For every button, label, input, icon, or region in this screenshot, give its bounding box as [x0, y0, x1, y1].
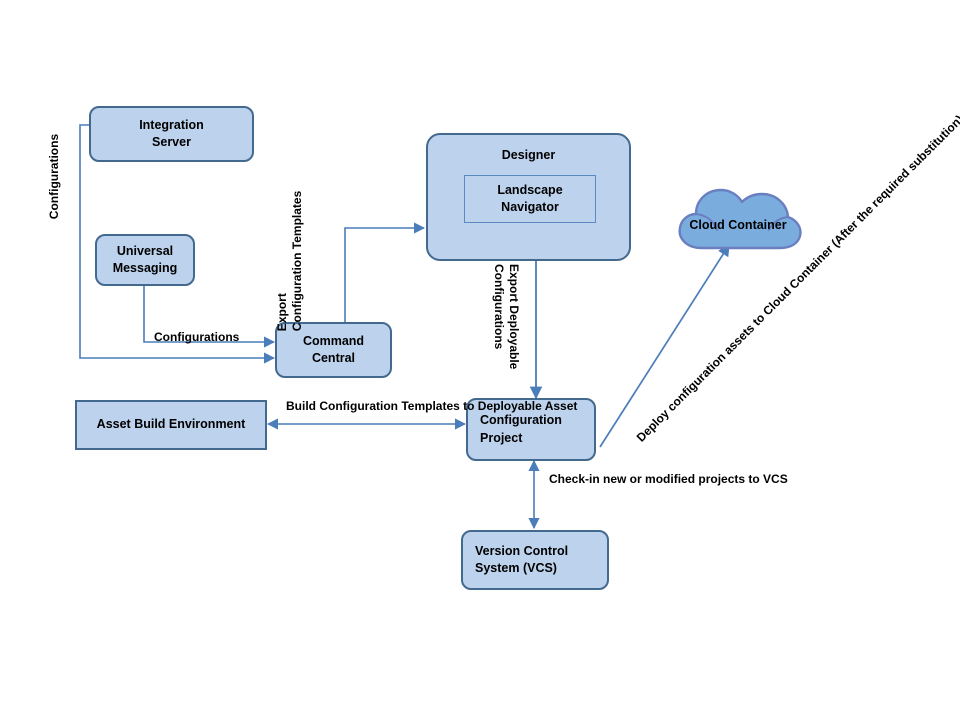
edge-label-configurations-vertical: Configurations: [46, 133, 61, 220]
edge-label-check-in-projects: Check-in new or modified projects to VCS: [549, 472, 788, 486]
node-command-central-line-2: Central: [311, 351, 356, 365]
node-version-control-system-line-1: Version Control: [475, 543, 569, 558]
node-designer-title: Designer: [501, 148, 556, 162]
node-landscape-navigator-line-2: Navigator: [501, 200, 559, 214]
node-cloud-container-label: Cloud Container: [689, 218, 787, 232]
diagram-canvas: Integration Server Universal Messaging C…: [0, 0, 960, 720]
edge-label-export: Export: [274, 293, 289, 332]
node-universal-messaging-line-2: Messaging: [112, 261, 178, 275]
edge-label-configuration-templates: Configuration Templates: [289, 190, 304, 332]
edge-label-build-configuration-templates: Build Configuration Templates to Deploya…: [286, 399, 578, 413]
node-asset-build-environment[interactable]: Asset Build Environment: [75, 400, 267, 450]
node-integration-server[interactable]: Integration Server: [89, 106, 254, 162]
node-configuration-project-line-2: Project: [480, 430, 523, 445]
node-configuration-project-line-1: Configuration: [480, 413, 562, 428]
edge-label-configurations-horizontal: Configurations: [154, 330, 240, 344]
node-version-control-system-line-2: System (VCS): [475, 561, 557, 575]
node-integration-server-line-1: Integration: [139, 117, 204, 132]
node-version-control-system[interactable]: Version Control System (VCS): [461, 530, 609, 590]
edge-label-export-deployable: Export Deployable: [507, 264, 521, 370]
node-landscape-navigator-line-1: Landscape: [497, 183, 563, 198]
node-cloud-container[interactable]: Cloud Container: [672, 178, 804, 260]
edge-label-deployable-configurations: Configurations: [492, 264, 506, 350]
node-universal-messaging-line-1: Universal: [116, 243, 174, 258]
node-universal-messaging[interactable]: Universal Messaging: [95, 234, 195, 286]
node-asset-build-environment-line-1: Asset Build Environment: [96, 417, 246, 432]
edge-label-deploy-to-cloud: Deploy configuration assets to Cloud Con…: [633, 112, 960, 445]
node-designer[interactable]: Designer Landscape Navigator: [426, 133, 631, 261]
node-landscape-navigator[interactable]: Landscape Navigator: [464, 175, 596, 223]
node-integration-server-line-2: Server: [152, 135, 191, 149]
connector-command-central-to-designer: [344, 222, 426, 322]
node-command-central-line-1: Command: [302, 333, 365, 348]
